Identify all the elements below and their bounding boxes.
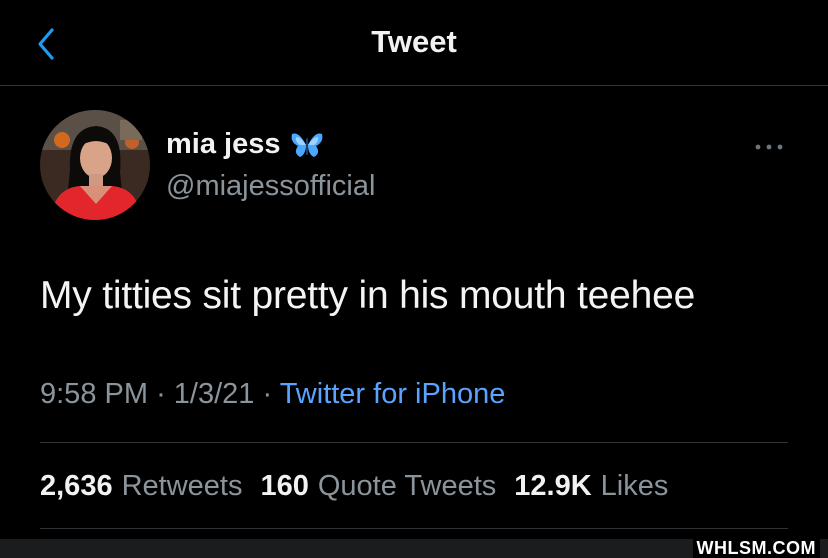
butterfly-icon (290, 131, 324, 159)
author-handle[interactable]: @miajessofficial (166, 170, 375, 203)
tweet-meta: 9:58 PM · 1/3/21 · Twitter for iPhone (40, 378, 505, 411)
tweet-source-link[interactable]: Twitter for iPhone (280, 378, 506, 410)
quote-tweets-label: Quote Tweets (317, 470, 497, 502)
tweet-stats: 2,636 Retweets 160 Quote Tweets 12.9K Li… (40, 470, 668, 503)
divider (40, 442, 788, 443)
more-options-button[interactable] (752, 140, 786, 154)
retweets-stat[interactable]: 2,636 Retweets (40, 470, 242, 503)
watermark: WHLSM.COM (692, 539, 820, 558)
likes-stat[interactable]: 12.9K Likes (514, 470, 668, 503)
retweets-count: 2,636 (40, 470, 113, 502)
quote-tweets-count: 160 (260, 470, 309, 502)
author-name[interactable]: mia jess (166, 128, 280, 161)
meta-separator: · (156, 378, 174, 410)
tweet-text: My titties sit pretty in his mouth teehe… (40, 274, 696, 317)
tweet-date[interactable]: 1/3/21 (174, 378, 255, 410)
retweets-label: Retweets (121, 470, 243, 502)
meta-separator: · (262, 378, 280, 410)
more-dots-icon (755, 144, 783, 150)
tweet-time[interactable]: 9:58 PM (40, 378, 148, 410)
quote-tweets-stat[interactable]: 160 Quote Tweets (260, 470, 496, 503)
profile-photo (40, 110, 150, 220)
likes-count: 12.9K (514, 470, 592, 502)
author-name-row: mia jess (166, 128, 324, 161)
page-title: Tweet (371, 24, 457, 59)
avatar[interactable] (40, 110, 150, 220)
divider (40, 528, 788, 529)
likes-label: Likes (600, 470, 669, 502)
top-bar: Tweet (0, 0, 828, 86)
